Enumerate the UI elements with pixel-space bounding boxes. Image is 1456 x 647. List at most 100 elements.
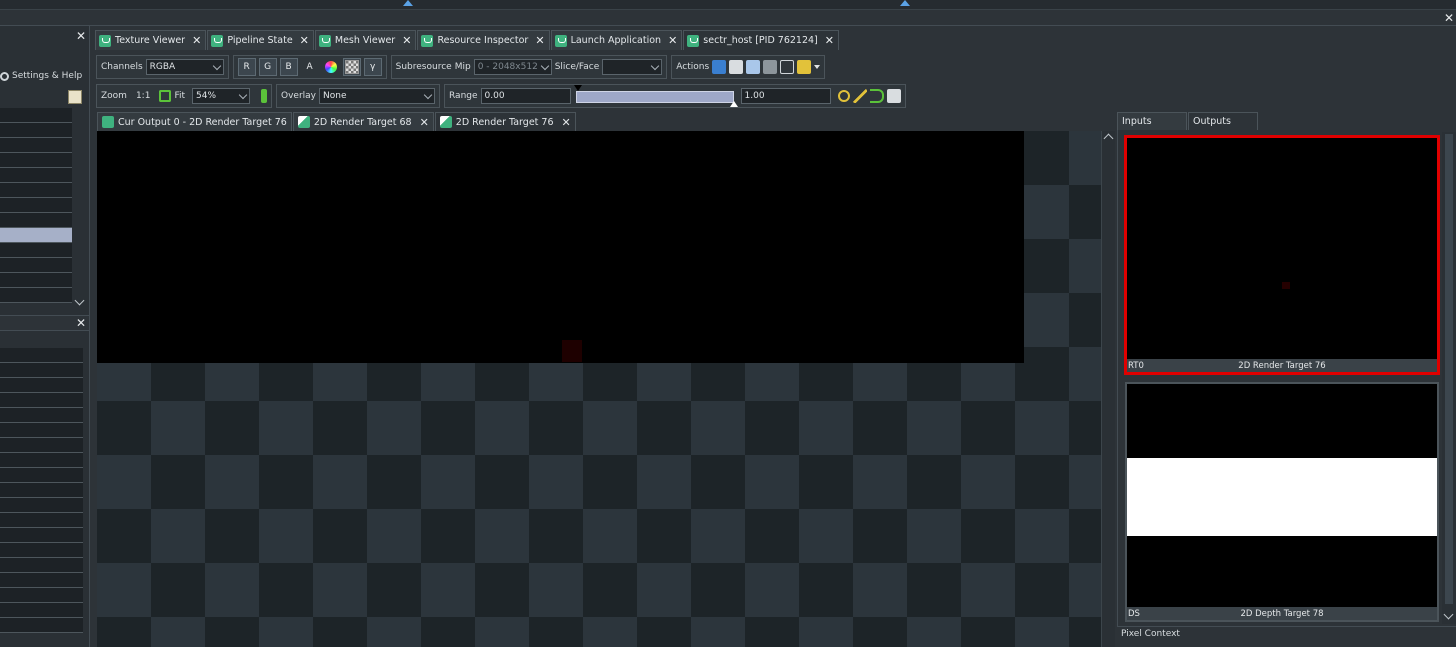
list-item[interactable] <box>0 363 83 378</box>
list-item[interactable] <box>0 408 83 423</box>
list-item[interactable] <box>0 348 83 363</box>
chevron-up-icon[interactable] <box>1103 133 1114 144</box>
zoom-select[interactable]: 54% <box>192 88 250 104</box>
close-icon[interactable]: ✕ <box>300 34 309 47</box>
list-item[interactable] <box>0 618 83 633</box>
tab-pipeline-state[interactable]: Pipeline State ✕ <box>207 30 314 50</box>
red-channel-button[interactable]: R <box>237 58 256 76</box>
list-item[interactable] <box>0 378 83 393</box>
open-texture-icon[interactable] <box>746 60 761 74</box>
list-item[interactable] <box>0 153 72 168</box>
tab-render-target-76[interactable]: 2D Render Target 76 ✕ <box>434 112 576 131</box>
close-icon[interactable]: ✕ <box>562 116 571 129</box>
list-item[interactable] <box>0 168 72 183</box>
gamma-button[interactable]: γ <box>363 58 382 76</box>
close-icon[interactable]: ✕ <box>76 29 86 43</box>
list-item[interactable] <box>0 603 83 618</box>
green-channel-button[interactable]: G <box>258 58 277 76</box>
list-item[interactable] <box>0 213 72 228</box>
list-item[interactable] <box>0 393 83 408</box>
chevron-down-icon[interactable] <box>814 65 821 69</box>
list-item[interactable] <box>0 423 83 438</box>
list-item[interactable] <box>0 453 83 468</box>
binoculars-icon[interactable] <box>763 60 778 74</box>
close-icon[interactable]: ✕ <box>1444 11 1454 25</box>
tab-launch-application[interactable]: Launch Application ✕ <box>550 30 683 50</box>
tab-inputs[interactable]: Inputs <box>1117 112 1187 130</box>
tab-resource-inspector[interactable]: Resource Inspector ✕ <box>417 30 550 50</box>
list-item[interactable] <box>0 513 83 528</box>
list-item[interactable] <box>0 288 72 303</box>
list-item[interactable] <box>0 108 72 123</box>
save-icon[interactable] <box>712 60 727 74</box>
reset-range-icon[interactable] <box>869 89 884 103</box>
list-item[interactable] <box>0 468 83 483</box>
list-item[interactable] <box>0 243 72 258</box>
fit-button[interactable]: Fit <box>174 91 185 101</box>
chevron-down-icon <box>540 61 549 70</box>
render-target-thumbnail[interactable]: RT0 2D Render Target 76 <box>1124 135 1440 375</box>
list-item[interactable] <box>0 273 72 288</box>
blue-channel-button[interactable]: B <box>279 58 298 76</box>
overlay-select[interactable]: None <box>319 88 435 104</box>
scrollbar-thumb[interactable] <box>1445 134 1453 604</box>
list-item[interactable] <box>0 258 72 273</box>
close-icon[interactable]: ✕ <box>535 34 544 47</box>
list-item[interactable] <box>0 438 83 453</box>
list-item[interactable] <box>0 588 83 603</box>
viewport-scrollbar[interactable] <box>1101 131 1115 647</box>
range-min-handle[interactable] <box>573 85 582 91</box>
close-icon[interactable]: ✕ <box>402 34 411 47</box>
close-icon[interactable]: ✕ <box>192 34 201 47</box>
flip-vertical-icon[interactable] <box>261 89 267 103</box>
settings-help-button[interactable]: Settings & Help <box>0 66 88 86</box>
magic-wand-icon[interactable] <box>852 89 867 103</box>
tab-mesh-viewer[interactable]: Mesh Viewer ✕ <box>314 30 417 50</box>
tab-outputs[interactable]: Outputs <box>1188 112 1258 130</box>
list-item[interactable] <box>0 483 83 498</box>
color-wheel-button[interactable] <box>322 58 340 76</box>
range-max-handle[interactable] <box>729 101 738 107</box>
list-item[interactable] <box>0 528 83 543</box>
slice-face-select[interactable] <box>602 59 663 75</box>
edit-note-icon[interactable] <box>68 90 82 104</box>
close-icon[interactable]: ✕ <box>825 34 834 47</box>
pixel-context-title: Pixel Context <box>1121 629 1180 639</box>
checkerboard-button[interactable] <box>342 58 361 76</box>
list-item[interactable] <box>0 573 83 588</box>
puzzle-icon[interactable] <box>797 60 812 74</box>
depth-target-thumbnail[interactable]: DS 2D Depth Target 78 <box>1125 382 1439 622</box>
tab-capture-host[interactable]: sectr_host [PID 762124] ✕ <box>683 30 839 50</box>
copy-icon[interactable] <box>729 60 744 74</box>
list-item-selected[interactable] <box>0 228 72 243</box>
mip-select[interactable]: 0 - 2048x512 <box>473 59 552 75</box>
range-max-input[interactable]: 1.00 <box>740 88 831 104</box>
tab-texture-viewer[interactable]: Texture Viewer ✕ <box>95 30 207 50</box>
histogram-icon[interactable] <box>886 89 901 103</box>
zoom-range-icon[interactable] <box>837 90 850 102</box>
channels-select[interactable]: RGBA <box>145 59 224 75</box>
list-item[interactable] <box>0 543 83 558</box>
close-icon[interactable]: ✕ <box>420 116 429 129</box>
link-icon[interactable] <box>780 60 795 74</box>
chevron-down-icon[interactable] <box>1443 609 1454 620</box>
range-min-input[interactable]: 0.00 <box>480 88 571 104</box>
fit-icon[interactable] <box>159 90 172 102</box>
list-item[interactable] <box>0 198 72 213</box>
close-icon[interactable]: ✕ <box>668 34 677 47</box>
tab-render-target-68[interactable]: 2D Render Target 68 ✕ <box>292 112 434 131</box>
alpha-channel-button[interactable]: A <box>301 58 319 76</box>
texture-image[interactable] <box>97 131 1024 363</box>
range-slider[interactable] <box>573 85 738 107</box>
thumbnail-scrollbar[interactable] <box>1442 132 1456 624</box>
event-list-scrollbar[interactable] <box>73 108 87 310</box>
close-icon[interactable]: ✕ <box>76 316 86 330</box>
list-item[interactable] <box>0 183 72 198</box>
list-item[interactable] <box>0 498 83 513</box>
tab-current-output[interactable]: Cur Output 0 - 2D Render Target 76 <box>97 112 292 131</box>
chevron-down-icon[interactable] <box>74 295 85 306</box>
list-item[interactable] <box>0 123 72 138</box>
zoom-1to1-button[interactable]: 1:1 <box>136 91 150 101</box>
list-item[interactable] <box>0 138 72 153</box>
list-item[interactable] <box>0 558 83 573</box>
